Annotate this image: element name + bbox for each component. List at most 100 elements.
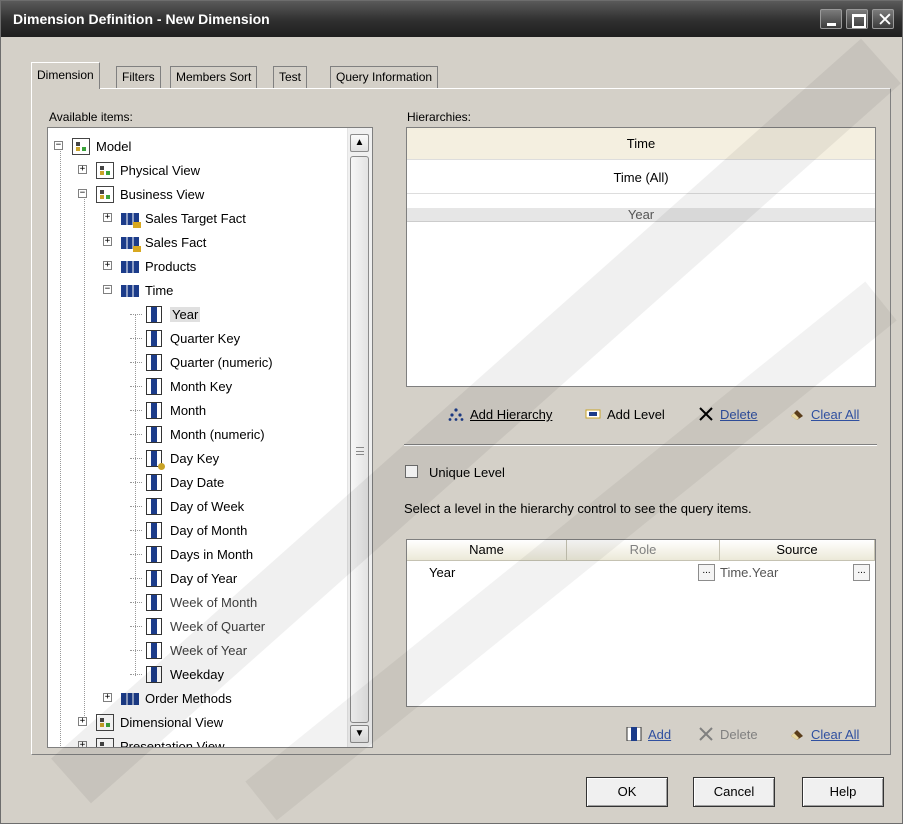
tree-item[interactable]: + Order Methods (48, 688, 346, 710)
tree-item-label: Year (170, 307, 201, 322)
tree-item[interactable]: Day of Month (48, 520, 346, 542)
tab-test[interactable]: Test (273, 66, 308, 88)
delete-hierarchy-button[interactable]: Delete (698, 407, 758, 422)
tree-item-label: Time (145, 283, 174, 298)
scroll-down-icon[interactable]: ▼ (350, 725, 369, 743)
clear-all-query-items-button[interactable]: Clear All (789, 727, 859, 742)
tree-item-label: Presentation View (120, 739, 225, 748)
tree-item[interactable]: Day Key (48, 448, 346, 470)
maximize-button[interactable] (846, 9, 868, 29)
collapse-icon[interactable]: − (54, 141, 63, 150)
column-icon (146, 426, 162, 443)
dimension-icon (121, 693, 139, 705)
column-icon (146, 666, 162, 683)
column-header-role[interactable]: Role (567, 540, 720, 561)
model-icon (96, 738, 114, 747)
column-header-name[interactable]: Name (407, 540, 567, 561)
tree-item-label: Week of Year (170, 643, 248, 658)
tree-item[interactable]: Quarter Key (48, 328, 346, 350)
unique-level-checkbox[interactable] (405, 465, 418, 478)
title-bar[interactable]: Dimension Definition - New Dimension ✕ (1, 1, 902, 37)
tree-item[interactable]: + Dimensional View (48, 712, 346, 734)
expand-icon[interactable]: + (103, 213, 112, 222)
hierarchy-row[interactable]: Time (407, 128, 875, 160)
tab-filters[interactable]: Filters (116, 66, 161, 88)
tree-item[interactable]: + Products (48, 256, 346, 278)
tree-item[interactable]: Day of Week (48, 496, 346, 518)
scroll-up-icon[interactable]: ▲ (350, 134, 369, 152)
tree-item[interactable]: Day Date (48, 472, 346, 494)
tree-item[interactable]: Day of Year (48, 568, 346, 590)
add-hierarchy-button[interactable]: Add Hierarchy (448, 407, 552, 422)
expand-icon[interactable]: + (103, 693, 112, 702)
model-icon (96, 162, 114, 179)
expand-icon[interactable]: + (103, 261, 112, 270)
expand-icon[interactable]: + (78, 165, 87, 174)
ok-button[interactable]: OK (586, 777, 668, 807)
tree-item[interactable]: − Business View (48, 184, 346, 206)
hierarchy-level-row[interactable]: Year (407, 208, 875, 222)
collapse-icon[interactable]: − (103, 285, 112, 294)
tree-item-label: Week of Quarter (170, 619, 266, 634)
clear-all-hierarchies-button[interactable]: Clear All (789, 407, 859, 422)
expand-icon[interactable]: + (78, 717, 87, 726)
tree-item[interactable]: Year (48, 304, 346, 326)
tree-item[interactable]: + Sales Fact (48, 232, 346, 254)
hierarchy-control[interactable]: Time Time (All) Year (406, 127, 876, 387)
tree-item[interactable]: − Time (48, 280, 346, 302)
collapse-icon[interactable]: − (78, 189, 87, 198)
expand-icon[interactable]: + (103, 237, 112, 246)
tree-item-label: Weekday (170, 667, 224, 682)
tree-item-label: Quarter (numeric) (170, 355, 273, 370)
tree-item[interactable]: + Sales Target Fact (48, 208, 346, 230)
tree-item[interactable]: Quarter (numeric) (48, 352, 346, 374)
tree-item-label: Day of Year (170, 571, 238, 586)
tab-dimension[interactable]: Dimension (31, 62, 100, 89)
delete-query-item-button[interactable]: Delete (698, 727, 758, 742)
available-items-tree[interactable]: − Model + Physical View − Business View + Sales… (47, 127, 373, 748)
hierarchies-label: Hierarchies: (407, 110, 472, 124)
unique-level-label: Unique Level (429, 465, 505, 480)
help-button[interactable]: Help (802, 777, 884, 807)
tree-item[interactable]: Month (48, 400, 346, 422)
tree-item-label: Order Methods (145, 691, 232, 706)
column-header-source[interactable]: Source (720, 540, 875, 561)
tree-content: − Model + Physical View − Business View + Sales… (48, 128, 348, 747)
cancel-button[interactable]: Cancel (693, 777, 775, 807)
tab-members-sort[interactable]: Members Sort (170, 66, 258, 88)
add-level-button[interactable]: Add Level (585, 407, 665, 422)
tree-item-label: Dimensional View (120, 715, 224, 730)
add-level-icon (585, 407, 601, 421)
tree-item[interactable]: + Physical View (48, 160, 346, 182)
cell-source[interactable]: Time.Year (720, 565, 778, 580)
tree-item[interactable]: Days in Month (48, 544, 346, 566)
column-icon (146, 306, 162, 323)
window-title: Dimension Definition - New Dimension (13, 11, 270, 27)
close-button[interactable]: ✕ (872, 9, 894, 31)
tree-item-label: Sales Fact (145, 235, 207, 250)
tree-item[interactable]: + Presentation View (48, 736, 346, 748)
cell-name[interactable]: Year (429, 565, 455, 580)
minimize-button[interactable] (820, 9, 842, 29)
tree-item[interactable]: Week of Quarter (48, 616, 346, 638)
source-ellipsis-button[interactable]: ... (853, 564, 870, 581)
tree-item-label: Days in Month (170, 547, 254, 562)
tree-item[interactable]: Week of Month (48, 592, 346, 614)
tab-query-information[interactable]: Query Information (330, 66, 439, 88)
scroll-thumb[interactable] (350, 156, 369, 723)
separator (404, 444, 877, 446)
tree-item-label: Day Date (170, 475, 225, 490)
role-ellipsis-button[interactable]: ... (698, 564, 715, 581)
tree-item[interactable]: Week of Year (48, 640, 346, 662)
tree-item[interactable]: − Model (48, 136, 346, 158)
add-query-item-button[interactable]: Add (626, 726, 671, 742)
column-icon (146, 642, 162, 659)
hierarchy-all-level[interactable]: Time (All) (407, 168, 875, 194)
expand-icon[interactable]: + (78, 741, 87, 747)
query-items-grid[interactable]: Name Role Source Year ... Time.Year ... (406, 539, 876, 707)
tree-item[interactable]: Month Key (48, 376, 346, 398)
tree-item[interactable]: Weekday (48, 664, 346, 686)
tree-scrollbar[interactable]: ▲ ▼ (347, 128, 372, 747)
column-icon (146, 570, 162, 587)
tree-item[interactable]: Month (numeric) (48, 424, 346, 446)
